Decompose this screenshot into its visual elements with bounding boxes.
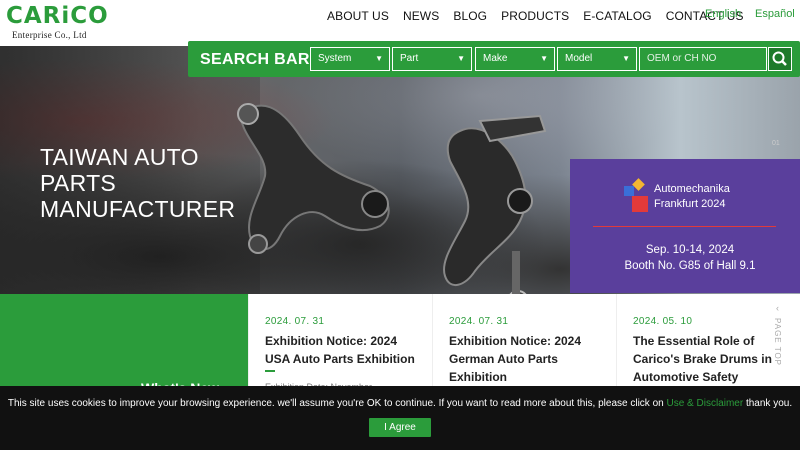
part-select[interactable]: Part ▼	[392, 47, 472, 71]
make-select-value: Make	[483, 53, 508, 64]
news-date: 2024. 05. 10	[633, 316, 693, 327]
news-title[interactable]: The Essential Role of Carico's Brake Dru…	[633, 332, 781, 386]
oem-search-input[interactable]: OEM or CH NO	[639, 47, 767, 71]
news-card-1[interactable]: 2024. 07. 31 Exhibition Notice: 2024 USA…	[248, 294, 432, 392]
news-accent-bar	[265, 370, 275, 372]
make-select[interactable]: Make ▼	[475, 47, 555, 71]
control-arm-image-2	[443, 114, 547, 294]
cookie-banner: This site uses cookies to improve your b…	[0, 386, 800, 450]
nav-about-us[interactable]: ABOUT US	[327, 9, 389, 23]
chevron-down-icon: ▼	[457, 54, 465, 63]
page-top-button[interactable]: PAGE TOP	[773, 318, 782, 366]
model-select[interactable]: Model ▼	[557, 47, 637, 71]
chevron-down-icon: ▼	[375, 54, 383, 63]
search-icon	[772, 51, 787, 66]
part-select-value: Part	[400, 53, 419, 64]
event-name-line2: Frankfurt 2024	[654, 198, 726, 210]
event-divider	[593, 226, 776, 227]
event-date: Sep. 10-14, 2024	[645, 244, 735, 256]
search-bar-title: SEARCH BAR	[200, 51, 310, 68]
cookie-text: This site uses cookies to improve your b…	[7, 398, 664, 409]
logo-subtitle: Enterprise Co., Ltd	[12, 30, 87, 40]
use-disclaimer-link[interactable]: Use & Disclaimer	[666, 398, 743, 409]
news-title[interactable]: Exhibition Notice: 2024 USA Auto Parts E…	[265, 332, 423, 368]
event-booth: Booth No. G85 of Hall 9.1	[624, 260, 756, 272]
whats-new-panel	[0, 294, 248, 386]
carico-logo[interactable]: CARiCO Enterprise Co., Ltd	[6, 4, 109, 40]
chevron-down-icon: ▼	[622, 54, 630, 63]
agree-button[interactable]: I Agree	[369, 418, 431, 437]
logo-wordmark: CARiCO	[6, 3, 109, 29]
site-header: CARiCO Enterprise Co., Ltd ABOUT US NEWS…	[0, 0, 800, 42]
system-select-value: System	[318, 53, 352, 64]
search-button[interactable]	[768, 47, 792, 71]
news-card-2[interactable]: 2024. 07. 31 Exhibition Notice: 2024 Ger…	[432, 294, 616, 386]
news-date: 2024. 07. 31	[449, 316, 509, 327]
automechanika-logo-icon	[624, 178, 648, 212]
event-name: Automechanika Frankfurt 2024	[654, 182, 730, 212]
lang-espanol[interactable]: Español	[755, 8, 795, 20]
hero-title: TAIWAN AUTO PARTS MANUFACTURER	[40, 144, 236, 222]
slide-indicator-01[interactable]: 01	[772, 140, 780, 147]
event-info: Sep. 10-14, 2024 Booth No. G85 of Hall 9…	[610, 242, 770, 274]
news-title[interactable]: Exhibition Notice: 2024 German Auto Part…	[449, 332, 607, 386]
search-bar: SEARCH BAR System ▼ Part ▼ Make ▼ Model ▼ OE…	[188, 41, 800, 77]
main-nav: ABOUT US NEWS BLOG PRODUCTS E-CATALOG CO…	[327, 9, 758, 23]
nav-blog[interactable]: BLOG	[453, 9, 487, 23]
nav-products[interactable]: PRODUCTS	[501, 9, 569, 23]
news-date: 2024. 07. 31	[265, 316, 325, 327]
cookie-message: This site uses cookies to improve your b…	[0, 398, 800, 409]
nav-e-catalog[interactable]: E-CATALOG	[583, 9, 651, 23]
chevron-down-icon: ▼	[540, 54, 548, 63]
nav-news[interactable]: NEWS	[403, 9, 439, 23]
news-card-3[interactable]: 2024. 05. 10 The Essential Role of Caric…	[616, 294, 776, 386]
lang-english[interactable]: English	[705, 8, 741, 20]
event-name-line1: Automechanika	[654, 183, 730, 195]
system-select[interactable]: System ▼	[310, 47, 390, 71]
model-select-value: Model	[565, 53, 593, 64]
chevron-left-icon[interactable]: ‹	[776, 303, 779, 313]
cookie-suffix: thank you.	[745, 398, 793, 409]
